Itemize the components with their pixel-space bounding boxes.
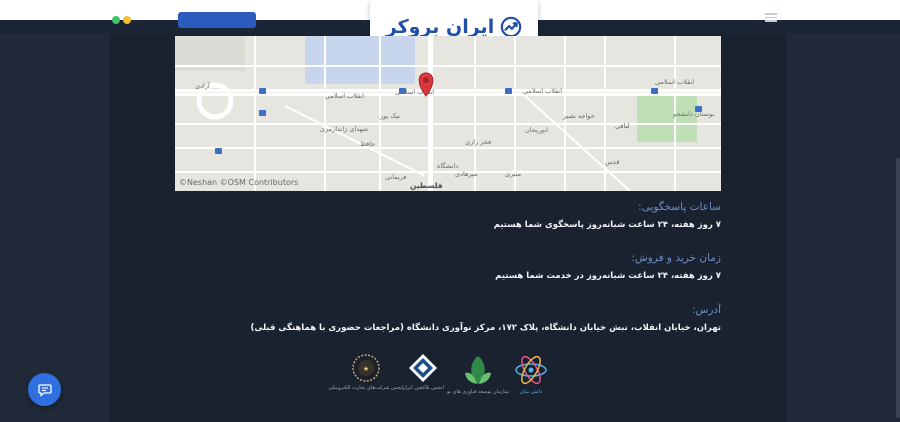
street-label: انقلاب اسلامی <box>325 92 364 100</box>
address: آدرس: تهران، خیابان انقلاب، نبش خیابان د… <box>250 304 721 333</box>
street-label: فلسطین <box>410 181 443 190</box>
badge-caption: انجمن شرکت‌های تجارت الکترونیکی <box>328 385 404 391</box>
badge-caption: انجمن بلاکچین ایران <box>402 385 444 391</box>
green-dot <box>112 16 120 24</box>
brand-name: ایران بروکر <box>385 16 495 38</box>
street-label: حافظ <box>360 140 375 148</box>
street-label: نیک پور <box>379 112 400 120</box>
badge-caption: سازمان توسعه فناوری های نو <box>447 389 509 395</box>
chat-bubble-icon <box>37 383 52 397</box>
page-scrollbar[interactable] <box>896 158 900 418</box>
yellow-dot <box>123 16 131 24</box>
street-label: فریمانی <box>385 173 406 181</box>
support-hours: ساعات پاسخگویی: ۷ روز هفته، ۲۴ ساعت شبان… <box>494 201 721 230</box>
street-label: قدس <box>605 158 619 166</box>
street-label: لبافی <box>615 122 629 130</box>
badge-innovation[interactable]: سازمان توسعه فناوری های نو <box>447 353 509 405</box>
blockchain-logo-icon <box>409 354 437 382</box>
street-label: ابوریحان <box>525 126 548 134</box>
nav-status-dots <box>112 16 131 24</box>
park-label: بوستان دانشجو <box>672 110 714 118</box>
map-credit: ©Neshan ©OSM Contributors <box>179 178 299 187</box>
street-label: منیری <box>505 170 521 178</box>
trade-hours-value: ۷ روز هفته، ۲۴ ساعت شبانه‌روز در خدمت شم… <box>495 271 721 281</box>
address-label: آدرس: <box>691 304 721 316</box>
nav-login-button[interactable] <box>178 12 256 28</box>
street-label: فخر رازی <box>465 138 491 146</box>
chat-button[interactable] <box>28 373 61 406</box>
street-label: میرهادی <box>455 170 477 178</box>
brand-logo-icon <box>500 16 522 38</box>
street-label: شهدای ژاندارمری <box>320 125 368 133</box>
trust-badges: ★ انجمن شرکت‌های تجارت الکترونیکی انجمن … <box>328 353 554 405</box>
atom-logo-icon <box>515 355 547 385</box>
location-map[interactable]: انقلاب اسلامی انقلاب اسلامی انقلاب اسلام… <box>175 36 721 191</box>
trade-hours: زمان خرید و فروش: ۷ روز هفته، ۲۴ ساعت شب… <box>495 252 721 281</box>
support-hours-label: ساعات پاسخگویی: <box>638 201 721 213</box>
badge-ecommerce[interactable]: ★ انجمن شرکت‌های تجارت الکترونیکی <box>328 353 404 405</box>
ecommerce-seal-icon: ★ <box>352 354 380 382</box>
street-label: انقلاب اسلامی <box>655 78 694 86</box>
badge-blockchain[interactable]: انجمن بلاکچین ایران <box>398 353 448 405</box>
address-value: تهران، خیابان انقلاب، نبش خیابان دانشگاه… <box>250 323 721 333</box>
street-label: دانشگاه <box>437 162 458 170</box>
map-canvas: انقلاب اسلامی انقلاب اسلامی انقلاب اسلام… <box>175 36 721 191</box>
svg-text:★: ★ <box>363 365 369 373</box>
street-label: آزادی <box>195 81 211 90</box>
badge-caption: دانش بنیان <box>519 389 543 395</box>
trade-hours-label: زمان خرید و فروش: <box>631 252 721 264</box>
street-label: خواجه نصیر <box>562 112 595 120</box>
support-hours-value: ۷ روز هفته، ۲۴ ساعت شبانه‌روز پاسخگوی شم… <box>493 220 721 230</box>
street-label: انقلاب اسلامی <box>523 87 562 95</box>
innovation-leaf-icon <box>465 356 491 384</box>
badge-nano[interactable]: دانش بنیان <box>508 353 554 405</box>
hamburger-icon[interactable] <box>765 13 777 22</box>
